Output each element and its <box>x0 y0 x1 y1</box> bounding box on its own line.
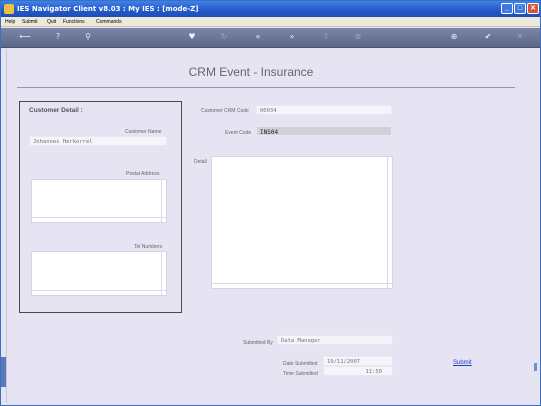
customer-name-field[interactable]: Johannes Herkorrel <box>29 136 167 146</box>
submitted-by-field: Data Manager <box>277 335 393 345</box>
title-divider <box>17 87 515 88</box>
vertical-scrollbar[interactable] <box>161 252 166 295</box>
toolbar: ⟵ ? ⚲ ♥ ↻ « » ⇧ ≣ ⊕ ✔ ✕ <box>1 28 540 48</box>
back-arrow-icon[interactable]: ⟵ <box>15 32 35 41</box>
right-edge-marker <box>534 363 537 371</box>
time-submitted-label: Time Submitted <box>283 371 318 377</box>
detail-label: Detail <box>194 159 207 165</box>
help-icon[interactable]: ? <box>51 32 65 41</box>
window-title: IES Navigator Client v8.03 : My IES : [m… <box>17 5 199 13</box>
app-icon <box>4 4 14 14</box>
submit-link[interactable]: Submit <box>453 360 472 366</box>
postal-address-textarea[interactable] <box>31 179 167 223</box>
minimize-button[interactable]: _ <box>501 3 513 14</box>
submitted-by-label: Submitted By <box>243 340 273 346</box>
page-title: CRM Event - Insurance <box>188 65 314 79</box>
app-window: IES Navigator Client v8.03 : My IES : [m… <box>0 0 541 406</box>
crm-code-field[interactable]: 00034 <box>256 105 392 115</box>
postal-address-label: Postal Address <box>126 171 160 177</box>
customer-detail-heading: Customer Detail : <box>29 107 83 114</box>
close-icon[interactable]: ✕ <box>513 32 527 41</box>
horizontal-scrollbar[interactable] <box>212 283 392 288</box>
menu-help[interactable]: Help <box>5 19 15 25</box>
menu-functions[interactable]: Functions <box>63 19 85 25</box>
search-icon[interactable]: ⚲ <box>81 32 95 41</box>
close-window-button[interactable]: ✕ <box>527 3 539 14</box>
menu-bar: Help Submit Quit Functions Commands <box>1 17 540 27</box>
title-bar: IES Navigator Client v8.03 : My IES : [m… <box>1 1 540 17</box>
crm-code-label: Customer CRM Code <box>201 108 249 114</box>
event-code-label: Event Code <box>225 130 252 136</box>
vertical-scrollbar[interactable] <box>161 180 166 222</box>
check-icon[interactable]: ✔ <box>481 32 495 41</box>
horizontal-scrollbar[interactable] <box>32 217 166 222</box>
detail-textarea[interactable] <box>211 156 393 289</box>
date-submitted-field: 19/11/2007 <box>323 356 393 366</box>
customer-name-label: Customer Name <box>125 129 162 135</box>
date-submitted-label: Date Submitted <box>283 361 318 367</box>
maximize-button[interactable]: □ <box>514 3 526 14</box>
menu-commands[interactable]: Commands <box>96 19 122 25</box>
event-code-field[interactable]: INS04 <box>256 126 392 136</box>
vertical-scrollbar[interactable] <box>387 157 392 288</box>
list-icon[interactable]: ≣ <box>351 32 365 41</box>
tel-numbers-label: Tel Numbers <box>134 244 163 250</box>
fast-forward-icon[interactable]: » <box>285 32 299 41</box>
menu-submit[interactable]: Submit <box>22 19 38 25</box>
globe-icon[interactable]: ⊕ <box>447 32 461 41</box>
refresh-icon[interactable]: ↻ <box>217 32 231 41</box>
left-edge-strip <box>1 357 6 387</box>
rewind-icon[interactable]: « <box>251 32 265 41</box>
tel-numbers-textarea[interactable] <box>31 251 167 296</box>
horizontal-scrollbar[interactable] <box>32 290 166 295</box>
up-arrow-icon[interactable]: ⇧ <box>319 32 333 41</box>
heart-icon[interactable]: ♥ <box>185 32 199 41</box>
time-submitted-field: 11:50 <box>323 366 393 376</box>
menu-quit[interactable]: Quit <box>47 19 56 25</box>
